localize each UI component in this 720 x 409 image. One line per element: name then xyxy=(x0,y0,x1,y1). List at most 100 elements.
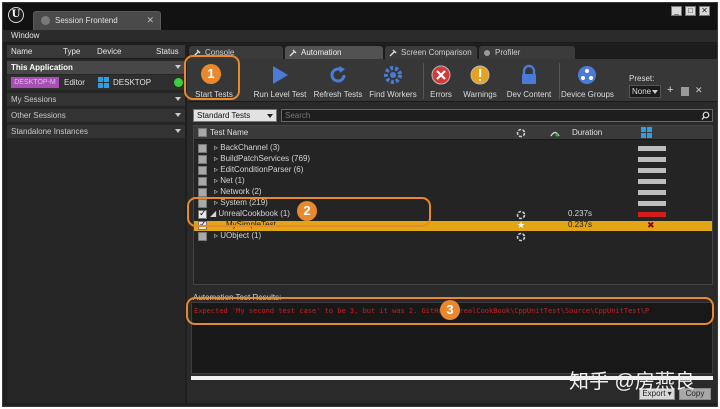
test-result-bar xyxy=(638,190,666,195)
status-online-icon xyxy=(174,78,183,87)
test-list-header: Test Name Duration xyxy=(194,126,712,140)
test-row[interactable]: ▹ UObject (1) xyxy=(194,231,712,242)
refresh-tests-button[interactable]: Refresh Tests xyxy=(311,61,365,101)
watermark: 知乎 @房燕良 xyxy=(569,371,695,393)
test-row[interactable]: ▹ EditConditionParser (6) xyxy=(194,165,712,176)
section-my-sessions[interactable]: My Sessions xyxy=(7,93,185,106)
wrench-icon xyxy=(289,49,297,57)
remove-preset-icon[interactable]: ✕ xyxy=(695,85,703,96)
toolbar-separator xyxy=(423,63,424,99)
annotation-number-2: 2 xyxy=(297,201,317,221)
section-label: My Sessions xyxy=(11,95,57,104)
windows-icon xyxy=(641,127,652,138)
test-name: ▹ Network (2) xyxy=(214,187,262,196)
section-label: Other Sessions xyxy=(11,111,66,120)
test-checkbox[interactable] xyxy=(198,232,207,241)
search-icon xyxy=(701,111,710,120)
test-name-text: EditConditionParser (6) xyxy=(220,165,304,174)
test-result-bar xyxy=(638,146,666,151)
preset-dropdown[interactable]: None xyxy=(629,85,661,98)
test-row[interactable]: ▹ BuildPatchServices (769) xyxy=(194,154,712,165)
find-workers-button[interactable]: Find Workers xyxy=(367,61,419,101)
test-name: ▹ Net (1) xyxy=(214,176,245,185)
maximize-button[interactable]: □ xyxy=(685,6,696,16)
test-name-text: Network (2) xyxy=(220,187,262,196)
failed-icon: ✖ xyxy=(647,220,655,230)
search-input[interactable]: Search xyxy=(281,109,713,122)
column-device[interactable]: Device xyxy=(97,47,121,56)
lock-icon xyxy=(522,64,536,84)
close-window-button[interactable]: ✕ xyxy=(699,6,710,16)
test-checkbox[interactable] xyxy=(198,177,207,186)
test-result-bar xyxy=(638,212,666,217)
annotation-number-3: 3 xyxy=(440,300,460,320)
button-label: Dev Content xyxy=(506,90,552,99)
session-icon xyxy=(41,16,50,25)
chevron-down-icon xyxy=(175,65,181,69)
tab-label: Screen Comparison xyxy=(401,48,472,57)
minimize-button[interactable]: _ xyxy=(671,6,682,16)
test-type-dropdown[interactable]: Standard Tests xyxy=(193,109,277,122)
test-duration: 0.237s xyxy=(568,220,593,229)
column-type[interactable]: Type xyxy=(63,47,80,56)
test-name: ▹ EditConditionParser (6) xyxy=(214,165,304,174)
button-label: Device Groups xyxy=(561,90,614,99)
warning-icon xyxy=(470,65,490,85)
title-bar: U Session Frontend ✕ _ □ ✕ xyxy=(3,3,717,30)
instance-device: DESKTOP xyxy=(113,78,152,87)
test-status-icon xyxy=(516,210,526,220)
test-name: ▹ BuildPatchServices (769) xyxy=(214,154,311,163)
filter-bar: Standard Tests Search xyxy=(193,109,713,122)
test-checkbox[interactable] xyxy=(198,166,207,175)
error-icon xyxy=(431,65,451,85)
select-all-checkbox[interactable] xyxy=(198,128,207,137)
tab-screen-comparison[interactable]: Screen Comparison xyxy=(385,46,477,59)
test-name-text: BackChannel (3) xyxy=(220,143,280,152)
section-other-sessions[interactable]: Other Sessions xyxy=(7,109,185,122)
play-icon xyxy=(273,66,288,84)
windows-icon xyxy=(98,77,109,88)
document-tab[interactable]: Session Frontend ✕ xyxy=(33,11,161,30)
test-row[interactable]: ▹ Net (1) xyxy=(194,176,712,187)
column-duration[interactable]: Duration xyxy=(572,128,602,137)
button-label: Find Workers xyxy=(369,90,417,99)
run-level-test-button[interactable]: Run Level Test xyxy=(249,61,311,101)
sessions-panel: Name Type Device Status This Application… xyxy=(7,45,185,403)
close-tab-icon[interactable]: ✕ xyxy=(146,15,154,26)
section-standalone-instances[interactable]: Standalone Instances xyxy=(7,125,185,138)
tab-label: Automation xyxy=(301,48,342,57)
tab-profiler[interactable]: Profiler xyxy=(479,46,575,59)
test-name-text: Net (1) xyxy=(220,176,245,185)
section-label: Standalone Instances xyxy=(11,127,88,136)
test-checkbox[interactable] xyxy=(198,155,207,164)
annotation-number-1: 1 xyxy=(201,64,221,84)
device-groups-icon xyxy=(578,66,596,84)
session-frontend-window: U Session Frontend ✕ _ □ ✕ Window Name T… xyxy=(2,2,718,407)
errors-button[interactable]: Errors xyxy=(425,61,457,101)
unreal-logo-icon: U xyxy=(8,7,24,23)
test-checkbox[interactable] xyxy=(198,188,207,197)
column-test-name[interactable]: Test Name xyxy=(210,128,248,137)
instance-name: DESKTOP-M xyxy=(11,77,59,88)
test-result-bar xyxy=(638,168,666,173)
column-status[interactable]: Status xyxy=(156,47,179,56)
instance-row[interactable]: DESKTOP-M Editor DESKTOP xyxy=(7,75,185,90)
warnings-button[interactable]: Warnings xyxy=(459,61,501,101)
status-column-icon xyxy=(516,128,526,138)
sessions-header: Name Type Device Status xyxy=(7,45,185,59)
test-checkbox[interactable] xyxy=(198,144,207,153)
dev-content-button[interactable]: Dev Content xyxy=(503,61,555,101)
device-groups-button[interactable]: Device Groups xyxy=(561,61,614,101)
test-status-icon xyxy=(516,232,526,242)
button-label: Errors xyxy=(430,90,452,99)
button-label: Refresh Tests xyxy=(313,90,363,99)
save-preset-icon[interactable] xyxy=(681,87,689,96)
column-name[interactable]: Name xyxy=(11,47,32,56)
tab-automation[interactable]: Automation xyxy=(285,46,383,59)
add-preset-icon[interactable]: + xyxy=(667,84,673,96)
test-result-bar xyxy=(638,157,666,162)
section-this-application[interactable]: This Application xyxy=(7,61,185,74)
platform-column-icon xyxy=(550,131,560,137)
menu-window[interactable]: Window xyxy=(11,31,39,40)
test-row[interactable]: ▹ BackChannel (3) xyxy=(194,143,712,154)
